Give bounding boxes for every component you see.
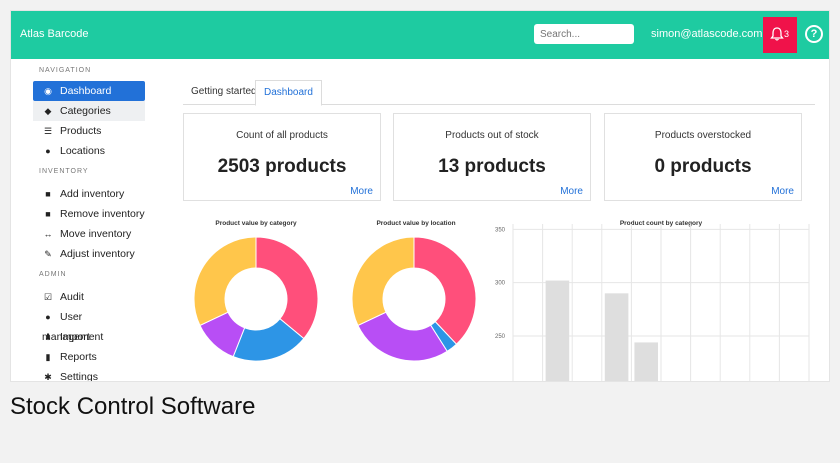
chart-title-category: Product value by category	[215, 220, 297, 227]
sidebar-item-import[interactable]: ⬇ Import	[33, 327, 145, 347]
stat-card-value: 2503 products	[217, 156, 347, 177]
stat-card-overstocked: Products overstocked 0 products More	[604, 113, 802, 201]
y-tick-label: 350	[495, 227, 506, 233]
sidebar-item-label: Settings	[60, 371, 98, 382]
page-caption: Stock Control Software	[10, 393, 256, 420]
sidebar-item-label: Add inventory	[60, 188, 125, 200]
tab-getting-started[interactable]: Getting started	[183, 80, 265, 104]
notifications-button[interactable]: 3	[763, 17, 797, 53]
y-tick-label: 300	[495, 281, 506, 287]
sidebar-item-move-inventory[interactable]: ↔ Move inventory	[33, 224, 145, 244]
sidebar-item-label: Import	[60, 331, 90, 343]
brand-logo[interactable]: Atlas Barcode	[20, 28, 88, 40]
sidebar-item-audit[interactable]: ☑ Audit	[33, 287, 145, 307]
sidebar-item-label: Move inventory	[60, 228, 132, 240]
sidebar-item-remove-inventory[interactable]: ■ Remove inventory	[33, 204, 145, 224]
donut-chart-category	[193, 236, 319, 362]
app-screenshot: Atlas Barcode simon@atlascode.com⌄ 3 ? N…	[10, 10, 830, 382]
bell-icon	[770, 27, 784, 41]
stat-card-all-products: Count of all products 2503 products More	[183, 113, 381, 201]
stat-card-out-of-stock: Products out of stock 13 products More	[393, 113, 591, 201]
user-email: simon@atlascode.com	[651, 28, 763, 40]
sidebar-item-label: Adjust inventory	[60, 248, 135, 260]
arrows-icon: ↔	[43, 229, 53, 239]
more-link[interactable]: More	[771, 186, 794, 197]
gear-icon: ✱	[44, 372, 52, 382]
donut-chart-location	[351, 236, 477, 362]
user-menu[interactable]: simon@atlascode.com⌄	[651, 28, 776, 40]
sidebar-item-label: Remove inventory	[60, 208, 145, 220]
sidebar-item-categories[interactable]: ◆ Categories	[33, 101, 145, 121]
bar[interactable]	[545, 280, 570, 382]
tab-bar: Getting started Dashboard	[183, 80, 815, 106]
map-pin-icon: ●	[45, 146, 51, 156]
help-icon[interactable]: ?	[805, 25, 823, 43]
donut-slice[interactable]	[255, 236, 319, 340]
more-link[interactable]: More	[560, 186, 583, 197]
stat-card-label: Products out of stock	[445, 130, 539, 141]
sidebar-item-label: Reports	[60, 351, 97, 363]
minus-square-icon: ■	[45, 209, 51, 219]
chart-title-location: Product value by location	[376, 220, 456, 227]
download-icon: ⬇	[44, 332, 52, 342]
stat-card-value: 0 products	[654, 156, 752, 177]
stat-card-label: Products overstocked	[654, 130, 752, 141]
dashboard-icon: ◉	[44, 86, 52, 96]
search-input[interactable]	[534, 24, 634, 44]
donut-slice[interactable]	[351, 236, 415, 327]
check-square-icon: ☑	[43, 292, 53, 302]
top-bar: Atlas Barcode simon@atlascode.com⌄ 3 ?	[11, 11, 829, 59]
bar[interactable]	[604, 293, 629, 382]
stat-card-value: 13 products	[438, 156, 546, 177]
sidebar-item-label: Audit	[60, 291, 84, 303]
sidebar-item-user-management[interactable]: ● User management	[33, 307, 145, 343]
donut-slice[interactable]	[413, 236, 477, 345]
sidebar: NAVIGATION ◉ Dashboard ◆ Categories ☰ Produ…	[11, 59, 162, 382]
plus-square-icon: ■	[45, 189, 51, 199]
sidebar-section-inventory: INVENTORY	[39, 168, 89, 175]
sidebar-item-reports[interactable]: ▮ Reports	[33, 347, 145, 367]
sidebar-item-label: Locations	[60, 145, 105, 157]
sidebar-item-label: Categories	[60, 105, 111, 117]
more-link[interactable]: More	[350, 186, 373, 197]
donut-slice[interactable]	[193, 236, 257, 327]
bar-chart-count: 350300250200150	[495, 224, 810, 382]
stat-card-label: Count of all products	[236, 130, 328, 141]
sidebar-item-adjust-inventory[interactable]: ✎ Adjust inventory	[33, 244, 145, 264]
tag-icon: ◆	[44, 106, 52, 116]
bar[interactable]	[634, 342, 658, 382]
list-icon: ☰	[43, 126, 53, 136]
users-icon: ●	[45, 312, 51, 322]
tab-dashboard[interactable]: Dashboard	[255, 80, 322, 106]
sidebar-section-admin: ADMIN	[39, 271, 67, 278]
file-icon: ▮	[45, 352, 51, 362]
sidebar-item-locations[interactable]: ● Locations	[33, 141, 145, 161]
sidebar-item-add-inventory[interactable]: ■ Add inventory	[33, 184, 145, 204]
sidebar-item-label: Products	[60, 125, 102, 137]
notification-count: 3	[784, 29, 790, 39]
main-content: Getting started Dashboard Count of all p…	[161, 59, 829, 382]
sidebar-item-products[interactable]: ☰ Products	[33, 121, 145, 141]
sidebar-item-settings[interactable]: ✱ Settings	[33, 367, 145, 382]
sidebar-item-dashboard[interactable]: ◉ Dashboard	[33, 81, 145, 101]
edit-icon: ✎	[44, 249, 52, 259]
sidebar-item-label: Dashboard	[60, 85, 112, 97]
y-tick-label: 250	[495, 334, 506, 340]
sidebar-section-navigation: NAVIGATION	[39, 67, 92, 74]
